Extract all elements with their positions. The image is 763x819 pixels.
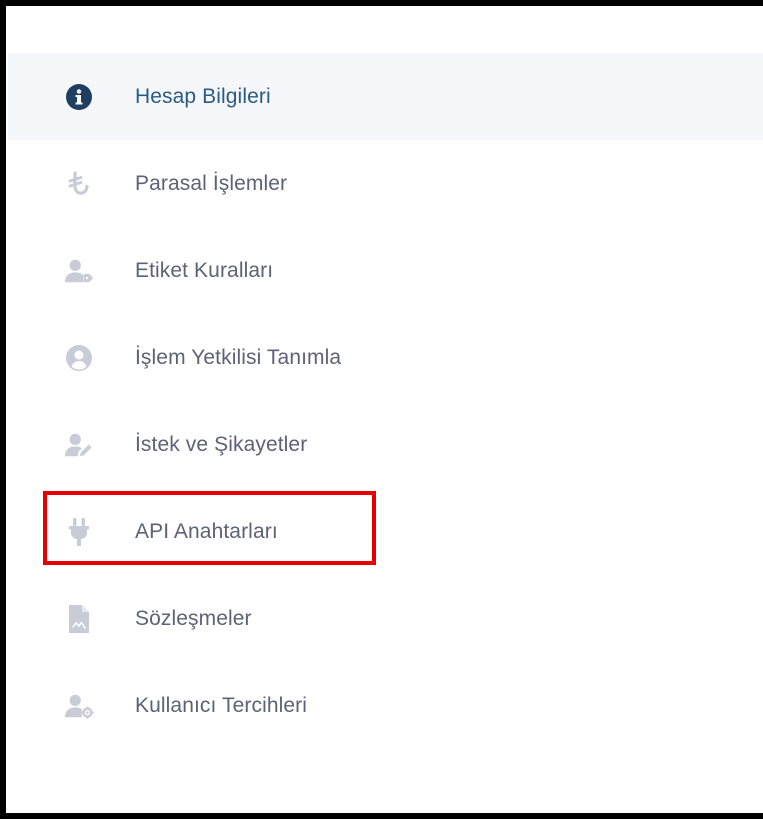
lira-icon	[64, 169, 94, 199]
plug-icon	[64, 517, 94, 547]
menu-item-istek-ve-sikayetler[interactable]: İstek ve Şikayetler	[8, 401, 763, 488]
menu-item-api-anahtarlari[interactable]: API Anahtarları	[8, 488, 763, 575]
menu-item-kullanici-tercihleri[interactable]: Kullanıcı Tercihleri	[8, 662, 763, 749]
user-tag-icon	[64, 256, 94, 286]
menu-item-label: Parasal İşlemler	[135, 171, 288, 195]
menu-item-label: Hesap Bilgileri	[135, 84, 271, 108]
user-circle-icon	[64, 343, 94, 373]
info-circle-icon	[64, 82, 94, 112]
menu-item-islem-yetkilisi-tanimla[interactable]: İşlem Yetkilisi Tanımla	[8, 314, 763, 401]
user-edit-icon	[64, 430, 94, 460]
menu-item-hesap-bilgileri[interactable]: Hesap Bilgileri	[8, 53, 763, 140]
menu-item-sozlesmeler[interactable]: Sözleşmeler	[8, 575, 763, 662]
menu-item-label: Sözleşmeler	[135, 606, 252, 630]
menu-item-label: İşlem Yetkilisi Tanımla	[135, 345, 342, 369]
account-menu: Hesap Bilgileri Parasal İşlemler Etiket …	[8, 53, 763, 749]
menu-item-label: Etiket Kuralları	[135, 258, 274, 282]
menu-item-etiket-kurallari[interactable]: Etiket Kuralları	[8, 227, 763, 314]
menu-item-parasal-islemler[interactable]: Parasal İşlemler	[8, 140, 763, 227]
menu-item-label: API Anahtarları	[135, 519, 278, 543]
document-icon	[64, 604, 94, 634]
user-gear-icon	[64, 691, 94, 721]
menu-item-label: Kullanıcı Tercihleri	[135, 693, 308, 717]
menu-item-label: İstek ve Şikayetler	[135, 432, 308, 456]
